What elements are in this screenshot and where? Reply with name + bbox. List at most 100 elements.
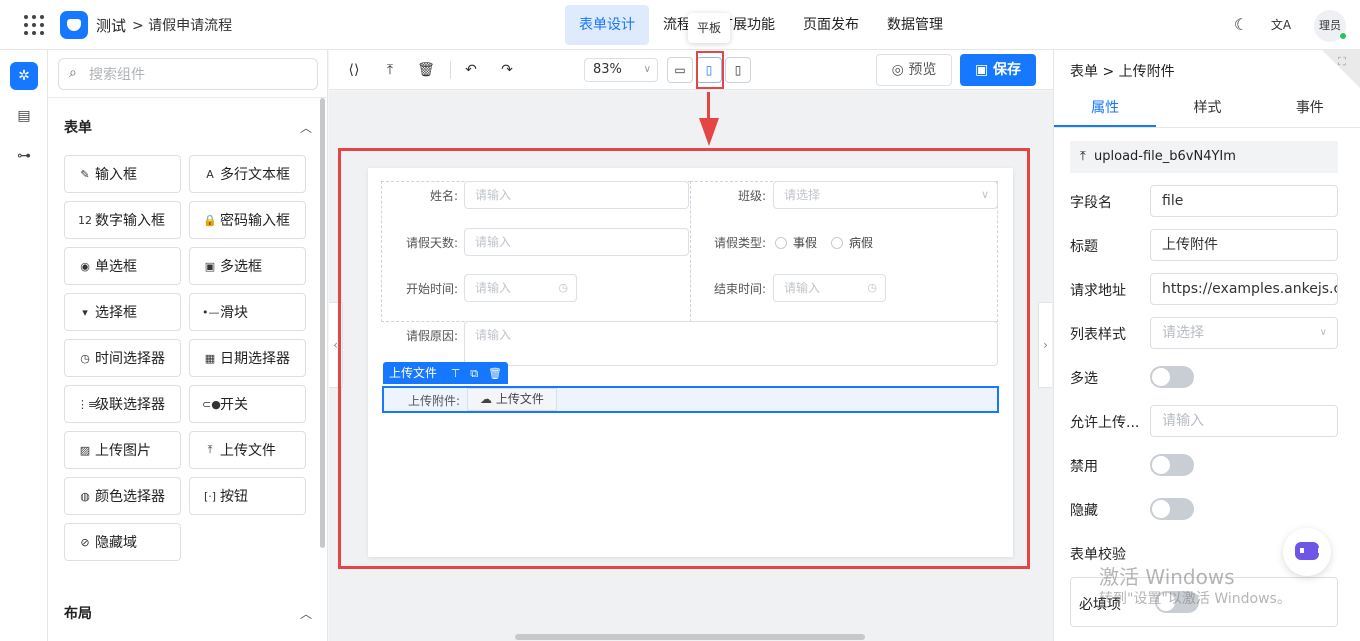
puzzle-icon[interactable]: ✲ [10, 62, 38, 90]
comp-password[interactable]: 🔒 密码输入框 [189, 201, 306, 239]
divider [450, 61, 451, 79]
title-input[interactable]: 上传附件 [1150, 229, 1338, 261]
comp-radio[interactable]: ◉ 单选框 [64, 247, 181, 285]
comp-label: 隐藏域 [95, 535, 137, 551]
comp-checkbox[interactable]: ▣ 多选框 [189, 247, 306, 285]
zoom-value: 83% [593, 62, 622, 77]
comp-label: 多行文本框 [220, 167, 290, 183]
comp-button[interactable]: [·] 按钮 [189, 477, 306, 515]
multiple-label: 多选 [1070, 371, 1098, 387]
comp-cascader[interactable]: ⋮≡ 级联选择器 [64, 385, 181, 423]
list-style-select[interactable]: 请选择 ∨ [1150, 317, 1338, 349]
component-id-text: upload-file_b6vN4YIm [1094, 149, 1236, 164]
url-input[interactable]: https://examples.ankejs.cn/ [1150, 273, 1338, 305]
group-title-layout: 布局 [64, 606, 92, 622]
comp-input[interactable]: ✎ 输入框 [64, 155, 181, 193]
upload-icon[interactable]: ⤒ [380, 60, 400, 80]
chevron-down-icon: ∨ [1319, 327, 1327, 338]
redo-icon[interactable]: ↷ [497, 60, 517, 80]
form-icon[interactable]: ▤ [10, 102, 38, 130]
upload-icon: ⤒ [1080, 149, 1086, 164]
component-id: ⤒ upload-file_b6vN4YIm [1070, 141, 1338, 173]
top-nav: 表单设计 流程 扩展功能 页面发布 数据管理 [565, 5, 957, 45]
comp-label: 滑块 [220, 305, 248, 321]
title-label: 标题 [1070, 239, 1098, 255]
trash-icon[interactable]: 🗑 [416, 60, 436, 80]
search-icon: ⌕ [69, 65, 77, 81]
mobile-icon[interactable]: ▯ [725, 57, 751, 83]
zoom-select[interactable]: 83% ∨ [584, 58, 658, 82]
field-name-input[interactable]: file [1150, 185, 1338, 217]
calendar-icon: ▦ [204, 351, 216, 365]
comp-label: 密码输入框 [220, 213, 290, 229]
nav-form-design[interactable]: 表单设计 [565, 5, 649, 45]
comp-label: 多选框 [220, 259, 262, 275]
comp-number[interactable]: 12 数字输入框 [64, 201, 181, 239]
comp-label: 时间选择器 [95, 351, 165, 367]
tab-events[interactable]: 事件 [1259, 90, 1360, 127]
comp-select[interactable]: ▾ 选择框 [64, 293, 181, 331]
comp-label: 日期选择器 [220, 351, 290, 367]
user-name: 理员 [1319, 19, 1341, 32]
disabled-label: 禁用 [1070, 459, 1098, 475]
save-button[interactable]: ▣ 保存 [960, 54, 1036, 86]
property-panel: 表单 > 上传附件 ⛶ 属性 样式 事件 ⤒ upload-file_b6vN4… [1053, 50, 1360, 641]
comp-textarea[interactable]: A 多行文本框 [189, 155, 306, 193]
translate-icon[interactable]: 文A [1270, 14, 1292, 36]
upload-icon: ⤒ [207, 443, 213, 456]
preview-button[interactable]: ◎ 预览 [876, 54, 952, 86]
comp-hidden-field[interactable]: ⊘ 隐藏域 [64, 523, 181, 561]
list-style-label: 列表样式 [1070, 327, 1126, 343]
avatar[interactable]: 理员 [1314, 10, 1347, 42]
allow-upload-input[interactable]: 请输入 [1150, 405, 1338, 437]
design-toolbar: ⟨⟩ ⤒ 🗑 ↶ ↷ 83% ∨ ▭ ▯ ▯ ◎ 预览 ▣ 保存 [329, 50, 1053, 90]
code-icon[interactable]: ⟨⟩ [344, 60, 364, 80]
comp-label: 上传文件 [220, 443, 276, 459]
chevron-up-icon[interactable]: ︿ [300, 605, 312, 622]
collapse-right-handle[interactable]: › [1038, 302, 1052, 388]
field-name-label: 字段名 [1070, 195, 1112, 211]
hidden-toggle[interactable] [1150, 498, 1194, 520]
breadcrumb: > 请假申请流程 [132, 18, 233, 34]
chevron-up-icon[interactable]: ︿ [300, 119, 312, 136]
group-title-form: 表单 [64, 120, 92, 136]
chevron-down-icon: ∨ [643, 64, 651, 75]
tree-icon[interactable]: ⊶ [10, 142, 38, 170]
comp-color-picker[interactable]: ◍ 颜色选择器 [64, 477, 181, 515]
app-logo [60, 11, 88, 39]
horizontal-scrollbar[interactable] [515, 634, 865, 640]
tab-properties[interactable]: 属性 [1054, 90, 1157, 127]
nav-data[interactable]: 数据管理 [873, 5, 957, 45]
tablet-tooltip: 平板 [688, 13, 730, 43]
app-name[interactable]: 测试 [96, 15, 126, 36]
component-search[interactable]: ⌕ [58, 58, 318, 90]
disabled-toggle[interactable] [1150, 454, 1194, 476]
button-icon: [·] [203, 489, 217, 503]
expand-icon: ⛶ [1338, 55, 1346, 68]
comp-switch[interactable]: ⊂● 开关 [189, 385, 306, 423]
moon-icon[interactable]: ☾ [1230, 14, 1252, 36]
annotation-arrow-head [699, 118, 719, 146]
comp-time-picker[interactable]: ◷ 时间选择器 [64, 339, 181, 377]
comp-upload-image[interactable]: ▨ 上传图片 [64, 431, 181, 469]
tablet-annotation-box [696, 51, 724, 89]
apps-grid-icon[interactable] [24, 15, 44, 35]
chat-assistant-icon[interactable] [1283, 528, 1331, 576]
multiple-toggle[interactable] [1150, 366, 1194, 388]
comp-slider[interactable]: •— 滑块 [189, 293, 306, 331]
search-input[interactable] [89, 65, 309, 85]
number-icon: 12 [78, 213, 92, 227]
text-icon: A [206, 167, 214, 181]
scrollbar[interactable] [320, 98, 325, 548]
tab-styles[interactable]: 样式 [1156, 90, 1258, 127]
windows-watermark-title: 激活 Windows [1099, 565, 1235, 589]
undo-icon[interactable]: ↶ [461, 60, 481, 80]
desktop-icon[interactable]: ▭ [667, 57, 693, 83]
nav-publish[interactable]: 页面发布 [789, 5, 873, 45]
expand-corner[interactable]: ⛶ [1322, 50, 1360, 88]
comp-date-picker[interactable]: ▦ 日期选择器 [189, 339, 306, 377]
palette-icon: ◍ [80, 489, 90, 503]
comp-label: 按钮 [220, 489, 248, 505]
comp-upload-file[interactable]: ⤒ 上传文件 [189, 431, 306, 469]
comp-label: 开关 [220, 397, 248, 413]
